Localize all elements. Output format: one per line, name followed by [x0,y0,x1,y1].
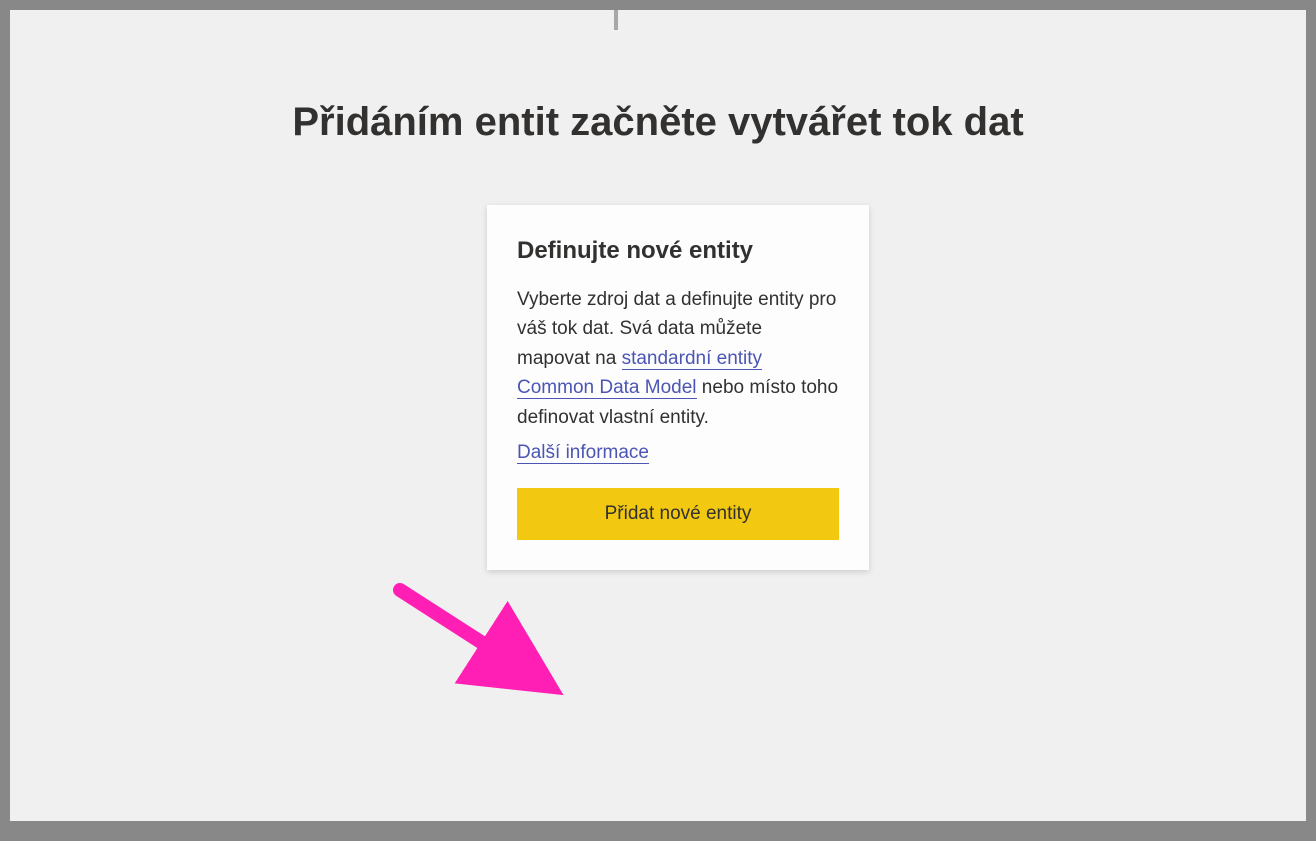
add-new-entities-button[interactable]: Přidat nové entity [517,488,839,540]
page-title: Přidáním entit začněte vytvářet tok dat [10,100,1306,145]
top-resize-handle [614,10,618,30]
arrow-annotation-icon [385,565,575,705]
more-info-link[interactable]: Další informace [517,442,649,464]
card-description: Vyberte zdroj dat a definujte entity pro… [517,285,839,432]
more-info-wrap: Další informace [517,438,839,467]
content-frame: Přidáním entit začněte vytvářet tok dat … [10,10,1306,821]
card-title: Definujte nové entity [517,237,839,265]
define-entities-card: Definujte nové entity Vyberte zdroj dat … [487,205,869,570]
